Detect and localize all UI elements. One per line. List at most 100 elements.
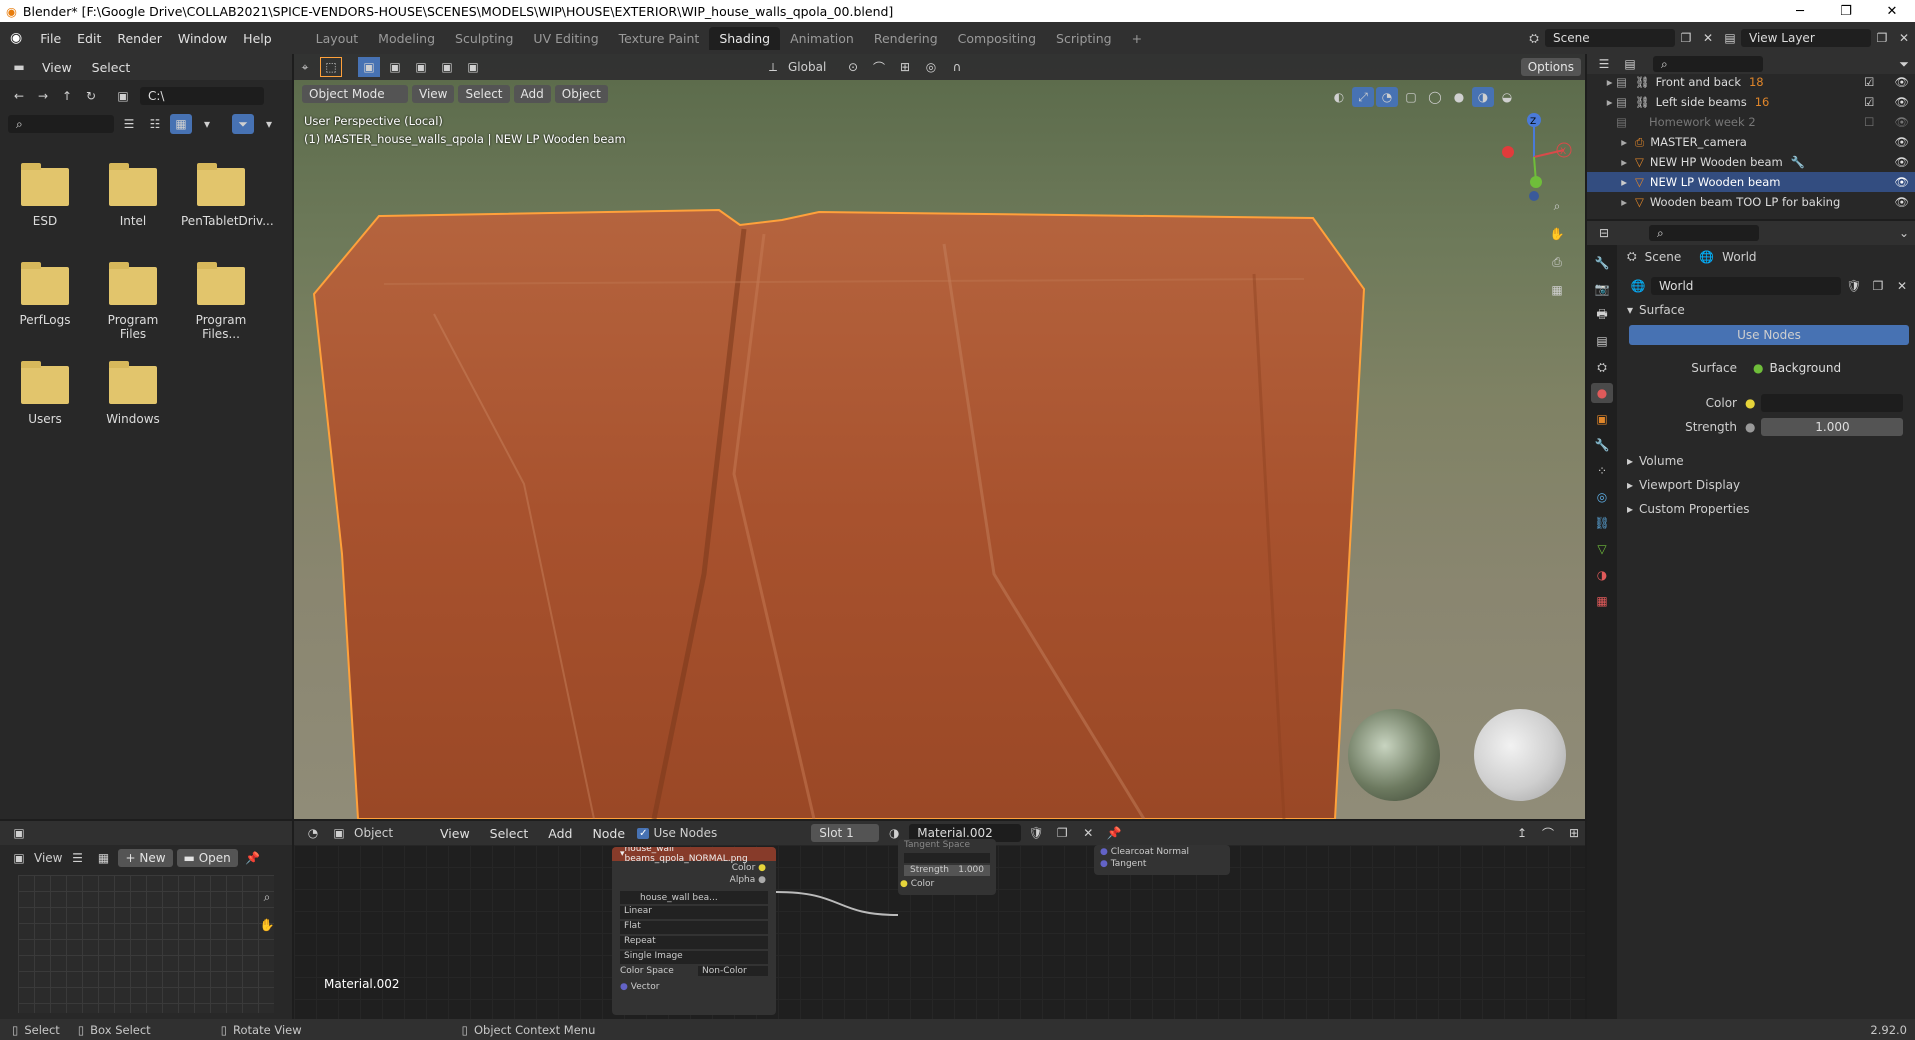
folder-item[interactable]: Program Files... <box>181 262 261 341</box>
blender-menu-icon[interactable]: ◉ <box>0 30 32 46</box>
vp-object-menu[interactable]: Object <box>554 85 608 103</box>
folder-item[interactable]: Users <box>5 361 85 426</box>
fake-user-icon[interactable]: 🛡 <box>1025 823 1047 843</box>
use-nodes-button[interactable]: Use Nodes <box>1629 325 1909 345</box>
ne-node-menu[interactable]: Node <box>584 826 633 841</box>
eye-icon[interactable]: 👁 <box>1894 135 1909 149</box>
delete-scene-icon[interactable]: ✕ <box>1697 28 1719 48</box>
view-layer-selector[interactable]: View Layer <box>1741 29 1871 47</box>
duplicate-icon[interactable]: ❐ <box>1051 823 1073 843</box>
ortho-toggle-icon[interactable]: ▦ <box>1546 280 1568 300</box>
transform-orientation-icon[interactable]: ⟂ <box>762 57 784 77</box>
tab-layout[interactable]: Layout <box>306 27 369 50</box>
use-nodes-checkbox[interactable]: ✓ <box>637 827 650 839</box>
folder-item[interactable]: ESD <box>5 163 85 228</box>
material-tab-icon[interactable]: ◑ <box>1591 565 1613 585</box>
pivot-icon[interactable]: ⊙ <box>842 57 864 77</box>
physics-tab-icon[interactable]: ◎ <box>1591 487 1613 507</box>
material-shading-icon[interactable]: ◑ <box>1472 87 1494 107</box>
list-vertical-icon[interactable]: ☰ <box>118 114 140 134</box>
world-tab-icon[interactable]: ● <box>1591 383 1613 403</box>
outliner-editor-icon[interactable]: ☰ <box>1593 54 1615 74</box>
object-tab-icon[interactable]: ▣ <box>1591 409 1613 429</box>
world-name-field[interactable]: World <box>1651 277 1841 295</box>
source-dropdown[interactable]: Single Image <box>620 951 768 964</box>
pan-hand-icon[interactable]: ✋ <box>1546 224 1568 244</box>
filter-icon[interactable]: ⏷ <box>232 114 254 134</box>
eye-icon[interactable]: 👁 <box>1894 115 1909 129</box>
surface-shader-field[interactable]: ● Background <box>1745 359 1895 377</box>
checkbox-icon[interactable]: ☐ <box>1864 115 1874 129</box>
tab-texture-paint[interactable]: Texture Paint <box>609 27 710 50</box>
editor-type-icon[interactable]: ◔ <box>302 823 324 843</box>
folder-item[interactable]: PenTabletDriv... <box>181 163 274 228</box>
view-layer-tab-icon[interactable]: ▤ <box>1591 331 1613 351</box>
snap-icon[interactable]: ⌒ <box>868 57 890 77</box>
tab-scripting[interactable]: Scripting <box>1046 27 1122 50</box>
interpolation-dropdown[interactable]: Linear <box>620 906 768 919</box>
ie-view-menu[interactable]: View <box>34 851 62 865</box>
editor-type-icon[interactable]: ⌖ <box>294 57 316 77</box>
folder-item[interactable]: Intel <box>93 163 173 228</box>
normal-space-dropdown[interactable]: Tangent Space <box>898 839 996 851</box>
tab-compositing[interactable]: Compositing <box>948 27 1046 50</box>
folder-item[interactable]: PerfLogs <box>5 262 85 327</box>
new-folder-icon[interactable]: ▣ <box>112 86 134 106</box>
outliner-row[interactable]: ▤ Homework week 2 ☐ 👁 <box>1587 112 1915 132</box>
uv-map-field[interactable] <box>904 853 990 863</box>
scene-icon[interactable]: ⛭ <box>1523 28 1545 48</box>
editor-type-icon[interactable]: ▣ <box>8 823 30 843</box>
new-image-button[interactable]: + New <box>118 849 173 867</box>
select-mode-new-icon[interactable]: ▣ <box>358 57 380 77</box>
thumbnails-icon[interactable]: ▦ <box>170 114 192 134</box>
path-input[interactable]: C:\ <box>140 87 264 105</box>
shader-node-editor[interactable]: ◔ ▣ Object View Select Add Node ✓ Use No… <box>294 821 1585 1019</box>
vp-add-menu[interactable]: Add <box>513 85 551 103</box>
solid-shading-icon[interactable]: ● <box>1448 87 1470 107</box>
close-icon[interactable]: ✕ <box>1869 0 1915 22</box>
camera-view-icon[interactable]: ⎙ <box>1546 252 1568 272</box>
constraints-tab-icon[interactable]: ⛓ <box>1591 513 1613 533</box>
extension-dropdown[interactable]: Repeat <box>620 936 768 949</box>
image-view-icon[interactable]: ▣ <box>8 848 30 868</box>
color-space-dropdown[interactable]: Non-Color <box>698 966 768 976</box>
view-layer-icon[interactable]: ▤ <box>1719 28 1741 48</box>
eye-icon[interactable]: 👁 <box>1894 195 1909 209</box>
wireframe-shading-icon[interactable]: ◯ <box>1424 87 1446 107</box>
tab-rendering[interactable]: Rendering <box>864 27 948 50</box>
tab-shading[interactable]: Shading <box>709 26 781 50</box>
pin-icon[interactable]: 📌 <box>1103 823 1125 843</box>
scene-selector[interactable]: Scene <box>1545 29 1675 47</box>
add-workspace-icon[interactable]: + <box>1122 27 1152 50</box>
select-mode-extend-icon[interactable]: ▣ <box>384 57 406 77</box>
viewport-display-panel-header[interactable]: ▸ Viewport Display <box>1627 478 1740 492</box>
ne-add-menu[interactable]: Add <box>540 826 580 841</box>
volume-panel-header[interactable]: ▸ Volume <box>1627 454 1684 468</box>
outliner-row[interactable]: ▸ ▽ NEW HP Wooden beam 🔧 👁 <box>1587 152 1915 172</box>
3d-viewport[interactable]: ⌖ ⬚ ▣ ▣ ▣ ▣ ▣ ⟂ Global ⊙ ⌒ ⊞ ◎ ∩ Options… <box>294 54 1585 819</box>
outliner-row-selected[interactable]: ▸ ▽ NEW LP Wooden beam 👁 <box>1587 172 1915 192</box>
duplicate-icon[interactable]: ❐ <box>1867 276 1889 296</box>
fb-search-input[interactable]: ⌕ <box>8 115 114 133</box>
list-horizontal-icon[interactable]: ☷ <box>144 114 166 134</box>
select-tool-icon[interactable]: ⬚ <box>320 57 342 77</box>
chevron-down-icon[interactable]: ⌄ <box>1893 223 1915 243</box>
menu-render[interactable]: Render <box>109 31 170 46</box>
tab-modeling[interactable]: Modeling <box>368 27 445 50</box>
checkbox-icon[interactable]: ☑ <box>1864 75 1874 89</box>
slot-dropdown[interactable]: Slot 1 <box>811 824 880 842</box>
shader-type-dropdown[interactable]: Object <box>354 826 428 840</box>
object-mode-dropdown[interactable]: Object Mode <box>302 85 408 103</box>
zoom-icon[interactable]: ⌕ <box>1546 196 1568 216</box>
eye-icon[interactable]: 👁 <box>1894 95 1909 109</box>
scene-tab-icon[interactable]: ⛭ <box>1591 357 1613 377</box>
open-image-button[interactable]: ▬ Open <box>176 849 238 867</box>
select-mode-invert-icon[interactable]: ▣ <box>436 57 458 77</box>
fb-view-menu[interactable]: View <box>34 60 80 75</box>
minimize-icon[interactable]: ─ <box>1777 0 1823 22</box>
restore-icon[interactable]: ❐ <box>1823 0 1869 22</box>
ne-select-menu[interactable]: Select <box>482 826 537 841</box>
snap-icon[interactable]: ⌒ <box>1537 823 1559 843</box>
image-selector[interactable]: house_wall bea... <box>620 891 768 904</box>
image-canvas[interactable] <box>18 875 274 1013</box>
